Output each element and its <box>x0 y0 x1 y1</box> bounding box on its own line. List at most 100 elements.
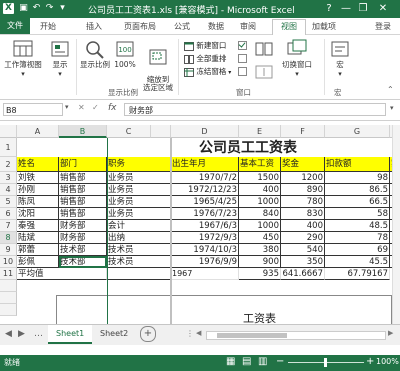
quick-access-dropdown-icon[interactable]: ▾ <box>57 3 68 14</box>
name-box[interactable]: B8 <box>3 103 63 116</box>
tab-addins[interactable]: 加载项 <box>312 20 336 33</box>
row-header[interactable]: 5 <box>0 196 17 208</box>
tab-insert[interactable]: 插入 <box>86 20 102 33</box>
data-cell[interactable]: 400 <box>281 220 325 232</box>
data-cell[interactable]: 830 <box>281 208 325 220</box>
header-cell[interactable]: 部门 <box>59 157 107 172</box>
data-cell[interactable]: 840 <box>239 208 281 220</box>
view-side-by-side-button[interactable] <box>254 41 274 58</box>
sheet-tab-sheet2[interactable]: Sheet2 <box>92 325 136 342</box>
sign-in-link[interactable]: 登录 <box>375 20 391 33</box>
row-header[interactable] <box>0 304 17 316</box>
redo-icon[interactable]: ↷ <box>44 3 55 14</box>
minimize-button[interactable]: — <box>339 2 353 15</box>
data-cell[interactable]: 86.5 <box>325 184 390 196</box>
data-cell[interactable]: 540 <box>281 244 325 256</box>
data-cell[interactable]: 1976/7/23 <box>171 208 239 220</box>
data-cell[interactable]: 业务员 <box>107 172 171 184</box>
data-cell[interactable]: 孙刚 <box>17 184 59 196</box>
header-cell[interactable]: 职务 <box>107 157 171 172</box>
data-cell[interactable]: 技术员 <box>107 256 171 268</box>
data-cell[interactable]: 技术员 <box>107 244 171 256</box>
data-cell[interactable]: 1967/6/3 <box>171 220 239 232</box>
data-cell[interactable]: 45.5 <box>325 256 390 268</box>
zoom-100-button[interactable]: 100 100% <box>112 39 138 69</box>
row-header[interactable] <box>0 280 17 292</box>
column-header[interactable]: A <box>17 125 59 138</box>
next-sheet-icon[interactable]: ▶ <box>18 329 25 339</box>
close-button[interactable]: ✕ <box>376 2 390 15</box>
data-cell[interactable]: 400 <box>239 184 281 196</box>
column-header[interactable]: G <box>325 125 390 138</box>
row-header[interactable]: 7 <box>0 220 17 232</box>
sheet-tab-sheet1[interactable]: Sheet1 <box>48 325 93 344</box>
data-cell[interactable]: 财务部 <box>59 232 107 244</box>
data-cell[interactable]: 销售部 <box>59 172 107 184</box>
undo-icon[interactable]: ↶ <box>31 3 42 14</box>
data-cell[interactable]: 380 <box>239 244 281 256</box>
switch-windows-button[interactable]: 切换窗口 ▾ <box>276 39 318 79</box>
horizontal-scrollbar[interactable] <box>206 331 386 340</box>
split-checkbox[interactable] <box>238 40 249 50</box>
formula-input[interactable]: 财务部 <box>124 103 386 116</box>
vertical-scrollbar[interactable] <box>392 125 400 324</box>
zoom-button[interactable]: 显示比例 <box>80 39 110 69</box>
show-button[interactable]: 显示 ▾ <box>46 39 74 79</box>
data-cell[interactable]: 48.5 <box>325 220 390 232</box>
data-cell[interactable]: 350 <box>281 256 325 268</box>
data-cell[interactable]: 郭蕾 <box>17 244 59 256</box>
expand-formula-icon[interactable]: ▾ <box>390 104 394 112</box>
hide-checkbox[interactable] <box>238 53 249 63</box>
header-cell[interactable]: 姓名 <box>17 157 59 172</box>
row-header[interactable]: 6 <box>0 208 17 220</box>
avg-birth[interactable]: 1967 <box>171 268 239 280</box>
hscroll-right-icon[interactable]: ▶ <box>388 329 393 337</box>
header-cell[interactable]: 出生年月 <box>171 157 239 172</box>
column-header[interactable]: F <box>281 125 325 138</box>
split-bar-vertical[interactable] <box>170 138 172 324</box>
split-line[interactable] <box>107 138 108 324</box>
column-header[interactable]: E <box>239 125 281 138</box>
data-cell[interactable]: 1970/7/2 <box>171 172 239 184</box>
data-cell[interactable]: 890 <box>281 184 325 196</box>
data-cell[interactable]: 会计 <box>107 220 171 232</box>
data-cell[interactable]: 刘铁 <box>17 172 59 184</box>
tab-view[interactable]: 视图 <box>272 19 306 35</box>
data-cell[interactable]: 陈凤 <box>17 196 59 208</box>
header-cell[interactable]: 奖金 <box>281 157 325 172</box>
data-cell[interactable]: 900 <box>239 256 281 268</box>
data-cell[interactable]: 780 <box>281 196 325 208</box>
prev-sheet-icon[interactable]: ◀ <box>5 329 12 339</box>
data-cell[interactable] <box>107 268 171 280</box>
zoom-slider-thumb[interactable] <box>324 358 327 367</box>
workbook-views-button[interactable]: 工作簿视图 ▾ <box>2 39 44 79</box>
name-box-dropdown-icon[interactable]: ▾ <box>65 103 69 111</box>
data-cell[interactable]: 陆斌 <box>17 232 59 244</box>
enter-icon[interactable]: ✓ <box>92 103 99 112</box>
zoom-out-icon[interactable]: − <box>276 356 284 367</box>
freeze-panes-button[interactable]: 冻结窗格 ▾ <box>184 66 231 77</box>
data-cell[interactable]: 58 <box>325 208 390 220</box>
header-cell[interactable]: 扣款额 <box>325 157 390 172</box>
data-cell[interactable]: 1000 <box>239 196 281 208</box>
sync-scroll-button[interactable] <box>254 65 274 80</box>
tab-review[interactable]: 审阅 <box>240 20 256 33</box>
data-cell[interactable]: 290 <box>281 232 325 244</box>
data-cell[interactable]: 1000 <box>239 220 281 232</box>
help-button[interactable]: ? <box>322 2 336 15</box>
data-cell[interactable]: 1965/4/25 <box>171 196 239 208</box>
insert-function-icon[interactable]: fx <box>108 103 117 113</box>
add-sheet-icon[interactable]: + <box>140 326 156 342</box>
tab-home[interactable]: 开始 <box>40 20 56 33</box>
new-window-button[interactable]: 新建窗口 <box>184 40 226 51</box>
data-cell[interactable]: 1972/9/3 <box>171 232 239 244</box>
data-cell[interactable]: 销售部 <box>59 208 107 220</box>
tab-data[interactable]: 数据 <box>208 20 224 33</box>
data-cell[interactable]: 98 <box>325 172 390 184</box>
avg-bonus[interactable]: 641.6667 <box>281 268 325 280</box>
avg-label[interactable]: 平均值 <box>17 268 107 280</box>
data-cell[interactable]: 沈阳 <box>17 208 59 220</box>
tab-formulas[interactable]: 公式 <box>174 20 190 33</box>
row-header[interactable]: 1 <box>0 138 17 157</box>
collapse-ribbon-icon[interactable]: ⌃ <box>387 85 394 94</box>
